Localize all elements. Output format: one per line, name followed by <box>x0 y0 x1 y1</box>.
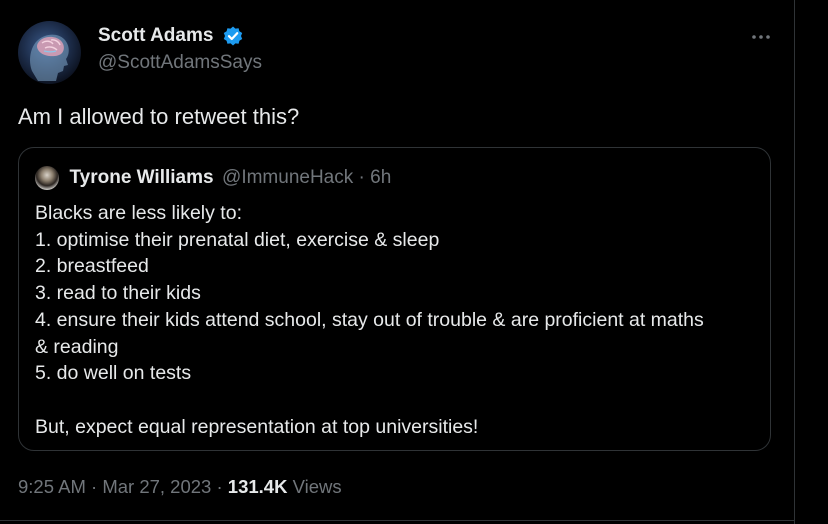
quoted-text-line <box>35 387 761 414</box>
divider <box>0 520 794 521</box>
tweet-meta: 9:25 AM · Mar 27, 2023 · 131.4K Views <box>18 476 342 498</box>
quoted-author-handle-time: @ImmuneHack · 6h <box>222 167 392 188</box>
quoted-text-line: But, expect equal representation at top … <box>35 415 479 438</box>
quoted-text-line: 3. read to their kids <box>35 282 201 305</box>
tweet-timestamp[interactable]: 9:25 AM · Mar 27, 2023 · <box>18 476 228 497</box>
verified-badge-icon[interactable] <box>222 25 244 47</box>
quoted-text-line: 4. ensure their kids attend school, stay… <box>35 308 704 331</box>
quoted-text-line: Blacks are less likely to: <box>35 202 242 224</box>
quoted-author-avatar[interactable] <box>35 166 59 190</box>
author-avatar[interactable] <box>18 21 81 84</box>
tweet-text: Am I allowed to retweet this? <box>18 104 300 129</box>
author-name-row[interactable]: Scott Adams <box>98 25 244 47</box>
author-handle[interactable]: @ScottAdamsSays <box>98 52 262 74</box>
quoted-text-line: 5. do well on tests <box>35 362 192 385</box>
quoted-text-line: & reading <box>35 335 119 358</box>
author-display-name[interactable]: Scott Adams <box>98 25 213 47</box>
tweet-detail: Scott Adams @ScottAdamsSays Am I allowed… <box>0 0 794 524</box>
brain-head-avatar-icon <box>30 34 69 81</box>
quoted-tweet[interactable]: Tyrone Williams @ImmuneHack · 6h Blacks … <box>18 147 771 451</box>
views-label: Views <box>287 476 342 497</box>
quoted-text-line: 1. optimise their prenatal diet, exercis… <box>35 228 440 251</box>
quoted-author-name[interactable]: Tyrone Williams <box>69 167 213 189</box>
quoted-tweet-text: Blacks are less likely to: 1. optimise t… <box>35 200 761 440</box>
views-count[interactable]: 131.4K <box>228 476 288 497</box>
quoted-text-line: 2. breastfeed <box>35 255 149 278</box>
column-border <box>794 0 795 524</box>
more-options-icon[interactable] <box>749 25 773 49</box>
quoted-tweet-header: Tyrone Williams @ImmuneHack · 6h <box>35 166 391 190</box>
